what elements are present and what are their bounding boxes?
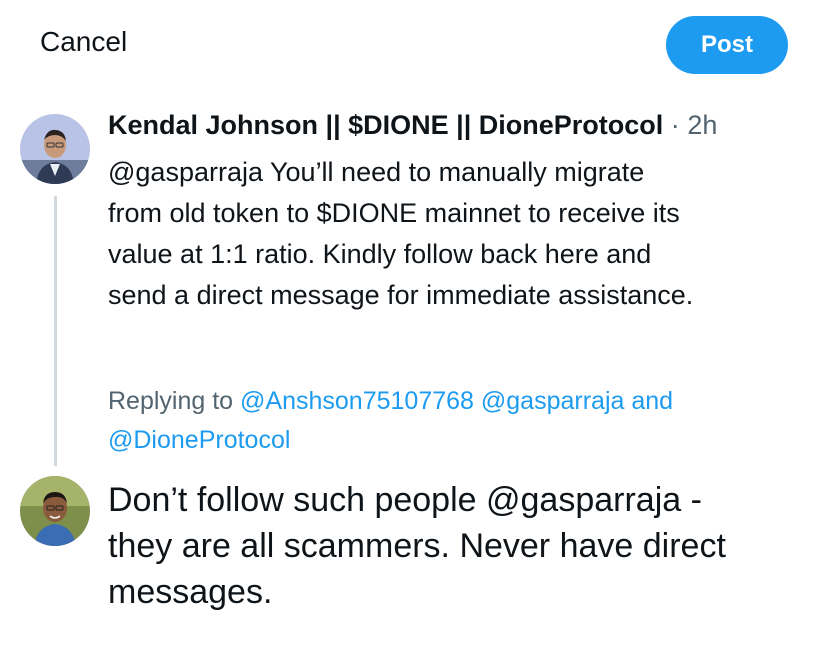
compose-text-line: messages. — [108, 573, 273, 611]
compose-text-line: they are all scammers. Never have direct — [108, 527, 726, 565]
post-button[interactable]: Post — [666, 16, 788, 74]
tweet-time[interactable]: 2h — [687, 110, 717, 140]
reply-compose-screen: Cancel Post Kendal Johnson || $DIONE || … — [0, 0, 828, 649]
tweet-text-line: send a direct message for immediate assi… — [108, 280, 694, 310]
tweet-text-line: from old token to $DIONE mainnet to rece… — [108, 198, 680, 228]
user-avatar-image — [20, 476, 90, 546]
tweet-header: Kendal Johnson || $DIONE || DioneProtoco… — [108, 110, 717, 141]
replying-to-label: Replying to — [108, 387, 234, 415]
mention-connector[interactable]: and — [631, 387, 673, 415]
cancel-button[interactable]: Cancel — [40, 26, 127, 58]
thread-connector-line — [54, 196, 57, 466]
mention-link[interactable]: @gasparraja — [481, 387, 625, 415]
author-avatar-image — [20, 114, 90, 184]
tweet-text-line: @gasparraja You’ll need to manually migr… — [108, 157, 645, 187]
separator-dot: · — [670, 110, 680, 140]
tweet-text-line: value at 1:1 ratio. Kindly follow back h… — [108, 239, 652, 269]
replying-to: Replying to @Anshson75107768 @gasparraja… — [108, 382, 808, 460]
mention-link[interactable]: @DioneProtocol — [108, 426, 290, 454]
compose-text-line: Don’t follow such people @gasparraja - — [108, 481, 702, 519]
author-name[interactable]: Kendal Johnson || $DIONE || DioneProtoco… — [108, 110, 663, 140]
tweet-text: @gasparraja You’ll need to manually migr… — [108, 152, 808, 316]
user-avatar[interactable] — [20, 476, 90, 546]
mention-link[interactable]: @Anshson75107768 — [240, 387, 474, 415]
author-avatar[interactable] — [20, 114, 90, 184]
reply-compose-field[interactable]: Don’t follow such people @gasparraja - t… — [108, 477, 808, 615]
